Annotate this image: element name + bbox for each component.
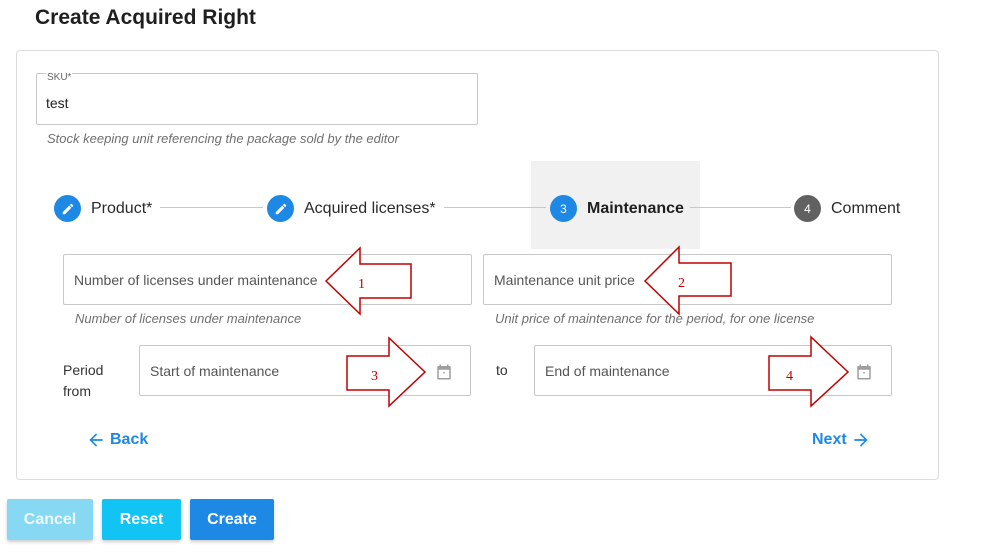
- cancel-button[interactable]: Cancel: [7, 499, 93, 540]
- price-helper: Unit price of maintenance for the period…: [495, 311, 815, 326]
- next-button[interactable]: Next: [812, 430, 871, 450]
- sku-value: test: [46, 95, 69, 111]
- step-product-label[interactable]: Product*: [91, 200, 152, 218]
- licenses-placeholder: Number of licenses under maintenance: [74, 272, 318, 288]
- pencil-icon[interactable]: [267, 195, 294, 222]
- pencil-icon[interactable]: [54, 195, 81, 222]
- back-button[interactable]: Back: [86, 430, 148, 450]
- step-connector: [690, 207, 791, 208]
- licenses-helper: Number of licenses under maintenance: [75, 311, 302, 326]
- step-connector: [444, 207, 546, 208]
- calendar-icon[interactable]: [855, 363, 873, 381]
- step-connector: [160, 207, 263, 208]
- period-from-label: Period from: [63, 362, 104, 399]
- end-of-maintenance-input[interactable]: End of maintenance: [534, 345, 892, 396]
- step-acquired-licenses-label[interactable]: Acquired licenses*: [304, 200, 436, 218]
- price-placeholder: Maintenance unit price: [494, 272, 635, 288]
- maintenance-unit-price-input[interactable]: Maintenance unit price: [483, 254, 892, 305]
- arrow-left-icon: [89, 433, 103, 447]
- start-placeholder: Start of maintenance: [150, 363, 280, 379]
- back-label: Back: [110, 431, 149, 448]
- start-of-maintenance-input[interactable]: Start of maintenance: [139, 345, 471, 396]
- reset-button[interactable]: Reset: [102, 499, 181, 540]
- licenses-under-maintenance-input[interactable]: Number of licenses under maintenance: [63, 254, 472, 305]
- sku-label: SKU*: [46, 72, 73, 83]
- to-label: to: [496, 362, 508, 378]
- sku-field[interactable]: SKU* test: [36, 72, 478, 125]
- step-number-3[interactable]: 3: [550, 195, 577, 222]
- arrow-right-icon: [854, 433, 868, 447]
- next-label: Next: [812, 431, 847, 448]
- calendar-icon[interactable]: [435, 363, 453, 381]
- step-number-4[interactable]: 4: [794, 195, 821, 222]
- create-button[interactable]: Create: [190, 499, 274, 540]
- sku-helper: Stock keeping unit referencing the packa…: [47, 131, 399, 146]
- step-maintenance-label[interactable]: Maintenance: [587, 200, 684, 218]
- page-title: Create Acquired Right: [35, 6, 256, 29]
- end-placeholder: End of maintenance: [545, 363, 670, 379]
- step-comment-label[interactable]: Comment: [831, 200, 900, 218]
